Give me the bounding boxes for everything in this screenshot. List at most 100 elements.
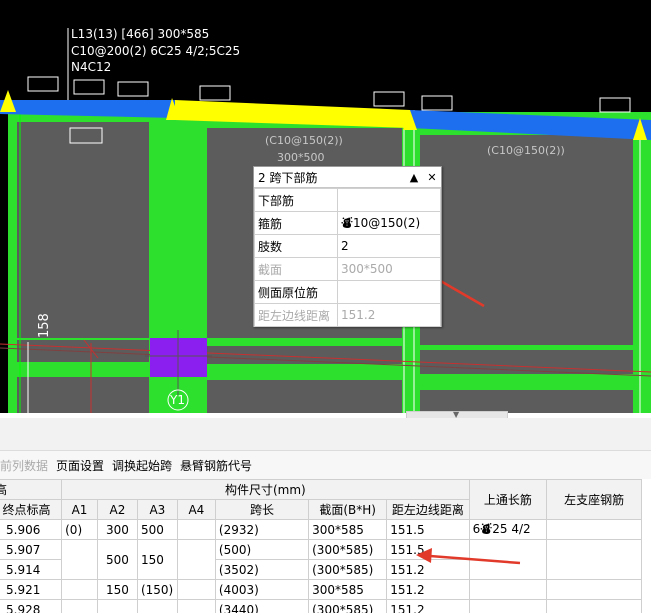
property-label: 截面 xyxy=(254,257,338,281)
property-row[interactable]: 箍筋 ⛇10@150(2) xyxy=(254,211,441,235)
cell-a3[interactable]: 500 xyxy=(136,519,178,540)
cell-a1[interactable] xyxy=(61,539,98,580)
slab-panel xyxy=(17,377,149,413)
table-toolbar: 当前列数据 页面设置 调换起始跨 悬臂钢筋代号 xyxy=(0,451,651,479)
column-header: A4 xyxy=(176,499,216,520)
cell-left-edge-distance[interactable]: 151.2 xyxy=(386,559,470,580)
beam-annotation-line-1: L13(13) [466] 300*585 xyxy=(71,27,210,41)
column-header: A2 xyxy=(96,499,138,520)
cantilever-rebar-code-button[interactable]: 悬臂钢筋代号 xyxy=(180,457,252,474)
span-label: (C10@150(2)) xyxy=(487,144,565,157)
cell-a4[interactable] xyxy=(176,579,216,600)
span-data-table: 高 构件尺寸(mm) 上通长筋 左支座钢筋 终点标高 A1 A2 A3 A4 跨… xyxy=(0,479,651,613)
collapse-icon[interactable]: ▲ xyxy=(405,171,423,184)
cell-left-edge-distance[interactable]: 151.5 xyxy=(386,539,470,560)
table-row[interactable]: 5.906 (0) 300 500 (2932) 300*585 151.5 6… xyxy=(0,519,642,540)
slab-panel xyxy=(420,135,633,345)
table-row[interactable]: 5.921 150 (150) (4003) 300*585 151.2 xyxy=(0,579,642,600)
cell-upper-rebar[interactable] xyxy=(468,599,548,613)
property-row: 距左边线距离 151.2 xyxy=(254,303,441,327)
cell-span-length[interactable]: (3440) xyxy=(214,599,310,613)
cell-a1[interactable] xyxy=(61,599,98,613)
cell-left-edge-distance[interactable]: 151.2 xyxy=(386,599,470,613)
column-header: 高 xyxy=(0,479,63,500)
column-group-header: 构件尺寸(mm) xyxy=(61,479,470,500)
slab-panel xyxy=(420,390,633,413)
cell-upper-rebar[interactable]: 6⛇25 4/2 xyxy=(468,519,548,540)
cell-section[interactable]: (300*585) xyxy=(308,599,388,613)
cell-a4[interactable] xyxy=(176,539,216,580)
cell-span-length[interactable]: (500) xyxy=(214,539,310,560)
column-header: 终点标高 xyxy=(0,499,63,520)
property-value[interactable]: 2 xyxy=(337,234,441,258)
cell-upper-rebar[interactable] xyxy=(468,539,548,580)
cell-a3[interactable]: 150 xyxy=(136,539,178,580)
cell-a2[interactable] xyxy=(96,599,138,613)
slab-panel xyxy=(207,380,402,413)
cell-span-length[interactable]: (3502) xyxy=(214,559,310,580)
cell-a3[interactable] xyxy=(136,599,178,613)
pane-header-bar xyxy=(0,418,651,451)
span-size: 300*500 xyxy=(277,151,325,164)
cell-span-length[interactable]: (2932) xyxy=(214,519,310,540)
property-value[interactable] xyxy=(337,188,441,212)
cell-a2[interactable]: 150 xyxy=(96,579,138,600)
close-icon[interactable]: ✕ xyxy=(423,171,441,184)
cell-end-elevation[interactable]: 5.928 xyxy=(0,599,63,613)
cell-a4[interactable] xyxy=(176,519,216,540)
cell-left-edge-distance[interactable]: 151.5 xyxy=(386,519,470,540)
cell-left-support-rebar[interactable] xyxy=(546,519,642,540)
cell-a1[interactable]: (0) xyxy=(61,519,98,540)
cell-a2[interactable]: 500 xyxy=(96,539,138,580)
panel-title: 2 跨下部筋 xyxy=(258,170,318,185)
property-row: 截面 300*500 xyxy=(254,257,441,281)
property-label: 下部筋 xyxy=(254,188,338,212)
property-row[interactable]: 下部筋 xyxy=(254,188,441,212)
cell-left-support-rebar[interactable] xyxy=(546,539,642,580)
cell-end-elevation[interactable]: 5.914 xyxy=(0,559,63,580)
dimension-label: 158 xyxy=(37,313,52,338)
table-row[interactable]: 5.907 500 150 (500) (300*585) 151.5 xyxy=(0,539,642,580)
property-label: 距左边线距离 xyxy=(254,303,338,327)
property-value[interactable]: ⛇10@150(2) xyxy=(337,211,441,235)
column-header: 跨长 xyxy=(214,499,310,520)
cell-section[interactable]: 300*585 xyxy=(308,579,388,600)
cell-end-elevation[interactable]: 5.906 xyxy=(0,519,63,540)
property-row[interactable]: 肢数 2 xyxy=(254,234,441,258)
swap-start-span-button[interactable]: 调换起始跨 xyxy=(112,457,172,474)
column-header: 距左边线距离 xyxy=(386,499,470,520)
cell-section[interactable]: 300*585 xyxy=(308,519,388,540)
page-setup-button[interactable]: 页面设置 xyxy=(56,457,104,474)
span-label: (C10@150(2)) xyxy=(265,134,343,147)
cell-section[interactable]: (300*585) xyxy=(308,539,388,560)
cell-left-edge-distance[interactable]: 151.2 xyxy=(386,579,470,600)
span-properties-panel[interactable]: 2 跨下部筋 ▲ ✕ 下部筋 箍筋 ⛇10@150(2) 肢数 2 截面 300*50… xyxy=(253,166,442,327)
cell-a4[interactable] xyxy=(176,599,216,613)
column-header: 左支座钢筋 xyxy=(546,479,642,520)
cell-a1[interactable] xyxy=(61,579,98,600)
column-header: 截面(B*H) xyxy=(308,499,388,520)
beam-annotation-line-2: C10@200(2) 6C25 4/2;5C25 xyxy=(71,44,241,58)
cell-end-elevation[interactable]: 5.907 xyxy=(0,539,63,560)
cell-upper-rebar[interactable] xyxy=(468,579,548,600)
property-value[interactable] xyxy=(337,280,441,304)
copy-column-data-button[interactable]: 当前列数据 xyxy=(0,457,48,474)
beam-annotation-line-3: N4C12 xyxy=(71,60,112,74)
property-label: 侧面原位筋 xyxy=(254,280,338,304)
cell-a3[interactable]: (150) xyxy=(136,579,178,600)
cell-left-support-rebar[interactable] xyxy=(546,579,642,600)
cell-a2[interactable]: 300 xyxy=(96,519,138,540)
cell-section[interactable]: (300*585) xyxy=(308,559,388,580)
column-header: A1 xyxy=(61,499,98,520)
cell-span-length[interactable]: (4003) xyxy=(214,579,310,600)
cad-drawing-canvas[interactable]: L13(13) [466] 300*585 C10@200(2) 6C25 4/… xyxy=(0,0,651,413)
cell-end-elevation[interactable]: 5.921 xyxy=(0,579,63,600)
table-row[interactable]: 5.928 (3440) (300*585) 151.2 xyxy=(0,599,642,613)
slab-panel xyxy=(17,340,149,362)
property-row[interactable]: 侧面原位筋 xyxy=(254,280,441,304)
axis-label: Y1 xyxy=(170,393,185,407)
cell-left-support-rebar[interactable] xyxy=(546,599,642,613)
panel-header: 2 跨下部筋 ▲ ✕ xyxy=(254,167,441,188)
column-header: A3 xyxy=(136,499,178,520)
property-value: 300*500 xyxy=(337,257,441,281)
